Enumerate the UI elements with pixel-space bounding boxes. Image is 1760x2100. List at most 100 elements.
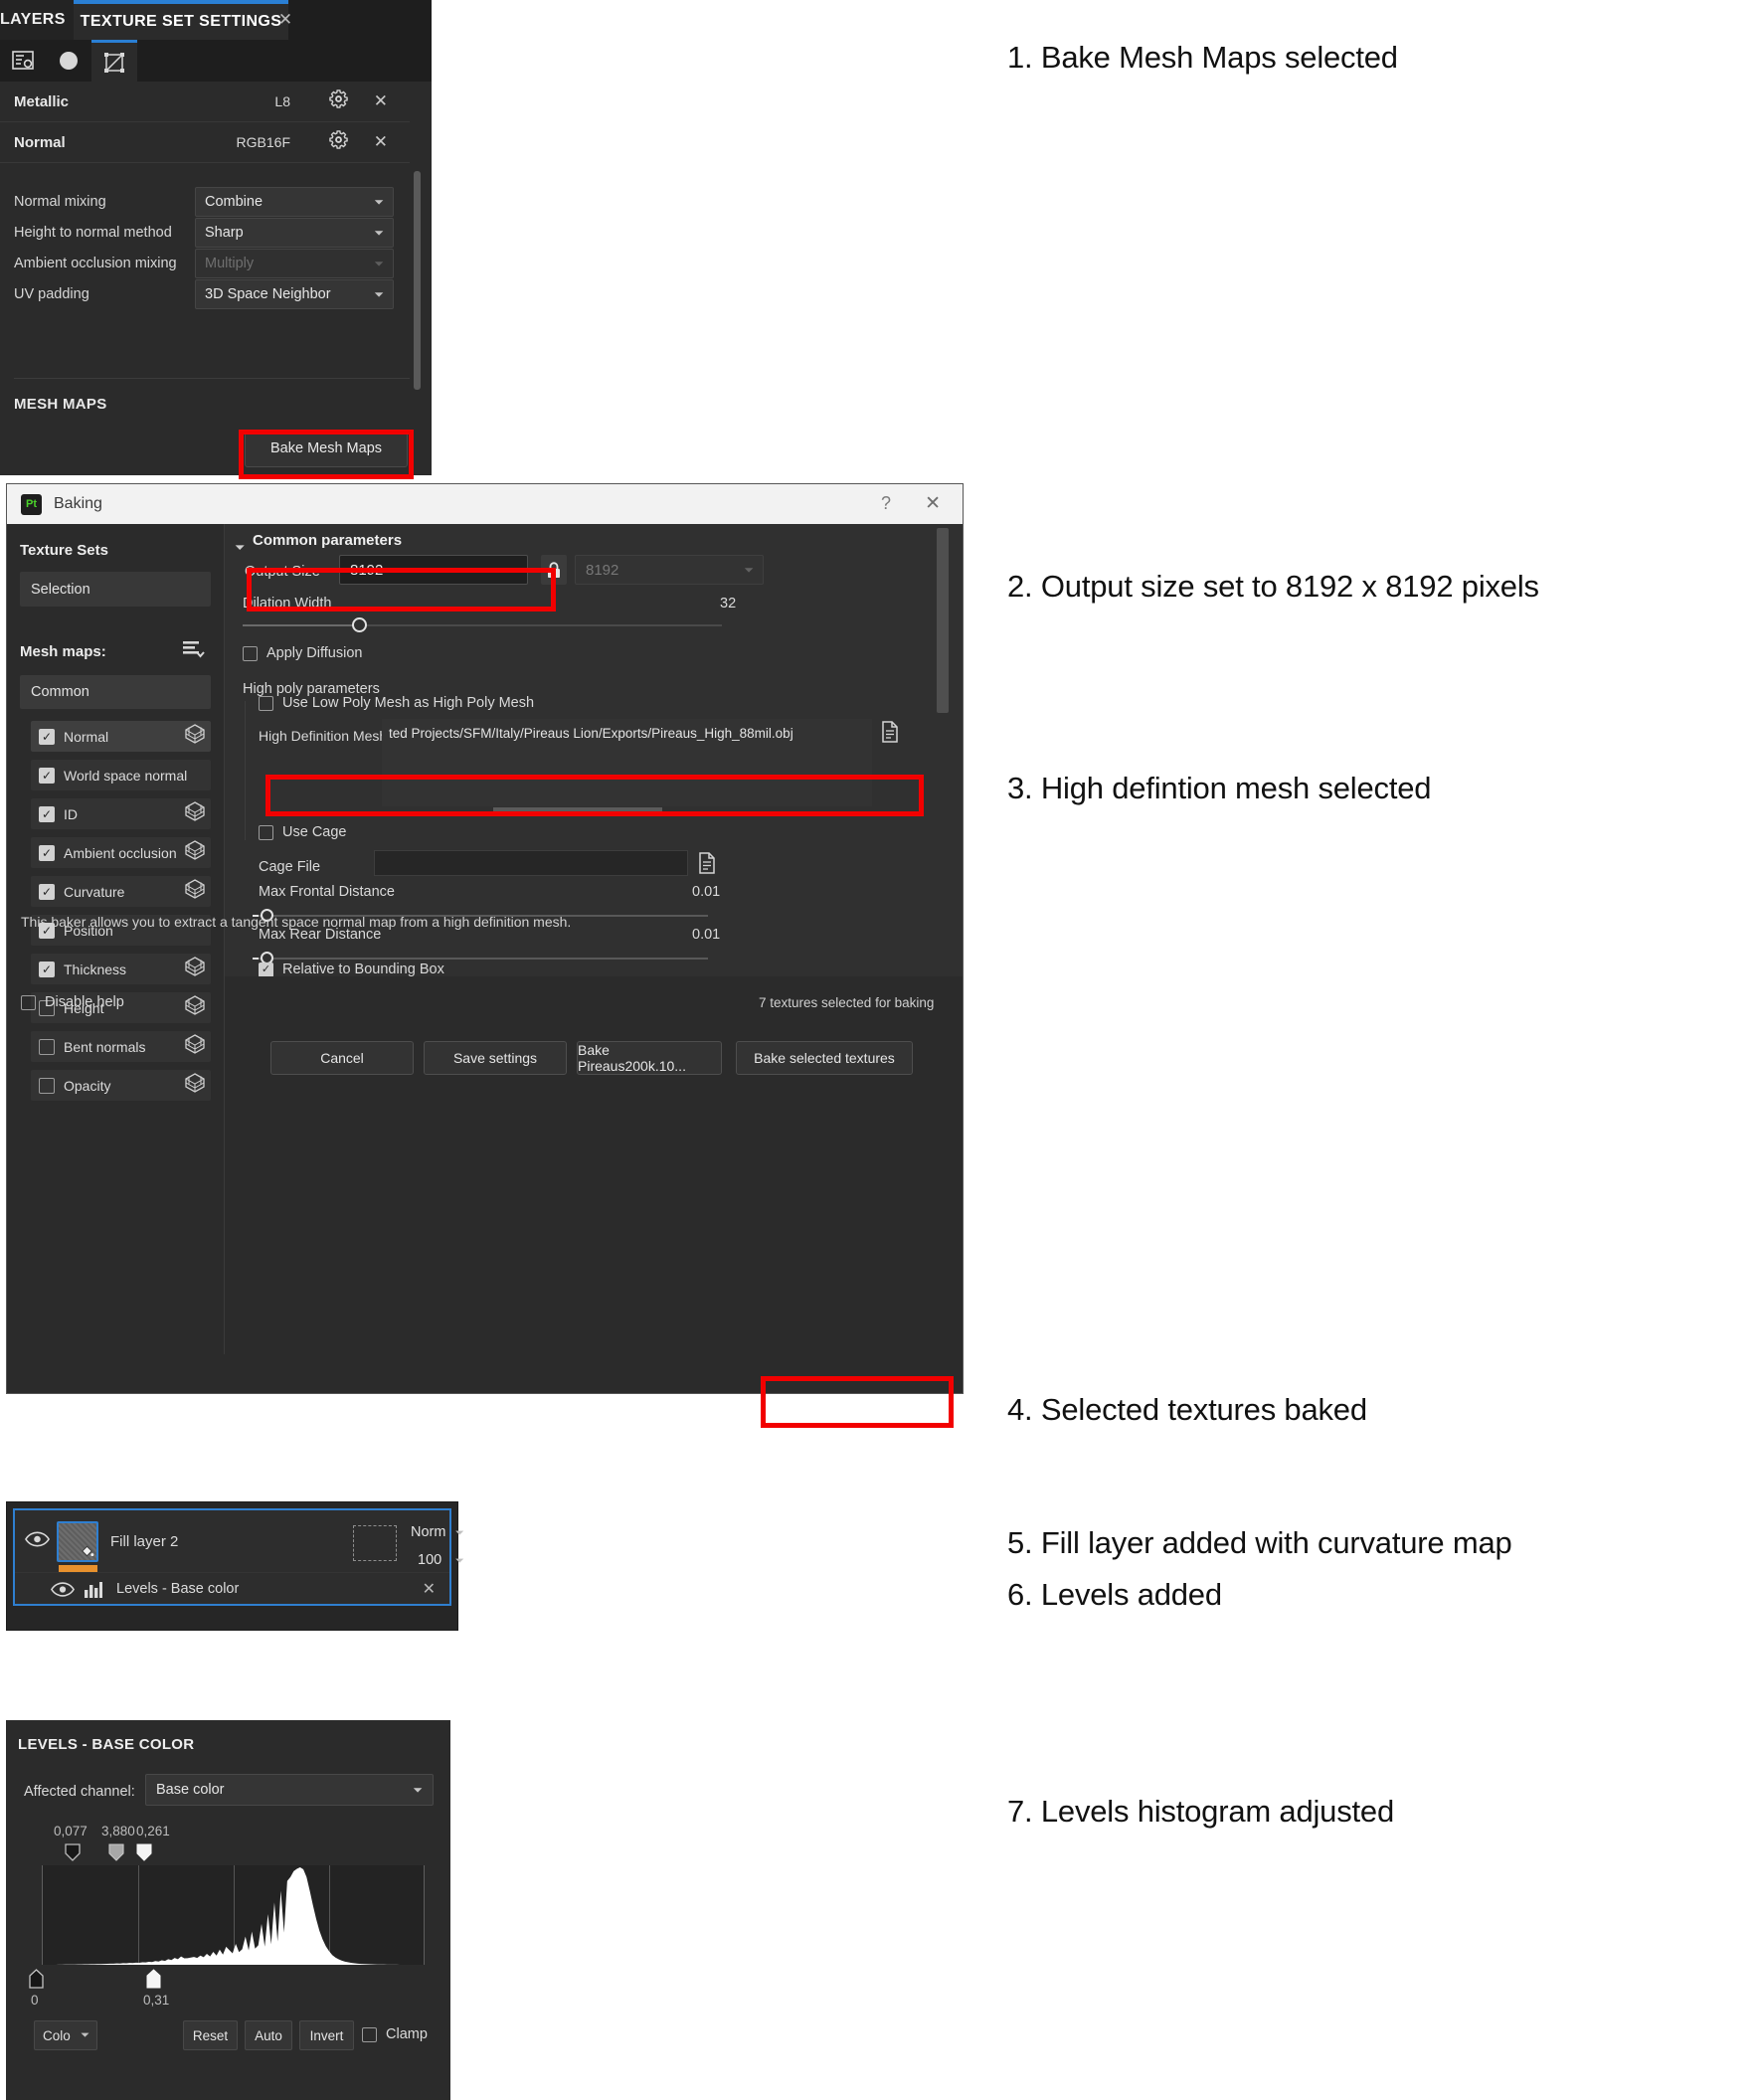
close-icon[interactable]: ✕ xyxy=(270,0,300,40)
mesh-map-label: Curvature xyxy=(64,883,125,900)
save-settings-button[interactable]: Save settings xyxy=(424,1041,567,1075)
chevron-down-icon[interactable]: ⏷ xyxy=(455,1555,464,1568)
browse-file-icon[interactable] xyxy=(698,852,716,879)
annotation-1: 1. Bake Mesh Maps selected xyxy=(1007,40,1398,75)
substance-painter-logo-icon: Pt xyxy=(21,493,42,515)
lock-closed-icon[interactable] xyxy=(541,555,567,585)
use-cage-label: Use Cage xyxy=(282,824,347,840)
mesh-map-item-bent-normals[interactable]: ✓ Bent normals xyxy=(31,1031,211,1062)
cancel-button[interactable]: Cancel xyxy=(270,1041,414,1075)
checkbox-unchecked-icon[interactable]: ✓ xyxy=(243,645,258,661)
clamp-checkbox[interactable]: ✓ Clamp xyxy=(362,2026,428,2042)
apply-diffusion-checkbox[interactable]: ✓ Apply Diffusion xyxy=(243,645,362,661)
checkbox-checked-icon[interactable]: ✓ xyxy=(39,883,55,900)
close-icon[interactable]: ✕ xyxy=(374,91,388,111)
mesh-map-item-opacity[interactable]: ✓ Opacity xyxy=(31,1070,211,1101)
input-white-handle[interactable] xyxy=(135,1843,153,1861)
mesh-cube-icon xyxy=(185,840,205,865)
high-definition-meshes-label: High Definition Meshes xyxy=(259,728,402,744)
affected-channel-select[interactable]: Base color ⏷ xyxy=(145,1774,434,1806)
eye-visible-icon[interactable] xyxy=(51,1582,75,1602)
relative-to-bounding-box-checkbox[interactable]: ✓ Relative to Bounding Box xyxy=(259,962,444,976)
browse-file-icon[interactable] xyxy=(881,721,899,748)
use-cage-checkbox[interactable]: ✓ Use Cage xyxy=(259,824,346,840)
max-rear-distance-slider[interactable] xyxy=(259,958,708,960)
mesh-maps-header: Mesh maps: xyxy=(20,643,106,660)
high-definition-meshes-input[interactable]: ted Projects/SFM/Italy/Pireaus Lion/Expo… xyxy=(382,719,872,747)
chevron-down-icon[interactable]: ⏷ xyxy=(235,540,245,556)
bake-mesh-maps-button[interactable]: Bake Mesh Maps xyxy=(245,430,408,467)
output-size-width-select[interactable]: 8192 ⏷ xyxy=(339,555,528,585)
parameters-scrollbar[interactable] xyxy=(937,528,949,713)
mesh-map-item-normal[interactable]: ✓ Normal xyxy=(31,721,211,752)
mesh-map-common-item[interactable]: Common xyxy=(20,675,211,709)
checkbox-unchecked-icon[interactable]: ✓ xyxy=(21,994,36,1010)
checkbox-checked-icon[interactable]: ✓ xyxy=(39,961,55,977)
blend-mode-value[interactable]: Norm xyxy=(411,1524,445,1540)
bake-selected-textures-button[interactable]: Bake selected textures xyxy=(736,1041,913,1075)
checkbox-checked-icon[interactable]: ✓ xyxy=(39,767,55,784)
mesh-map-item-id[interactable]: ✓ ID xyxy=(31,798,211,829)
gear-icon[interactable] xyxy=(329,89,348,113)
input-black-handle[interactable] xyxy=(64,1843,82,1861)
bake-pireaus-button[interactable]: Bake Pireaus200k.10... xyxy=(577,1041,722,1075)
checkbox-checked-icon[interactable]: ✓ xyxy=(39,728,55,745)
output-size-height-select[interactable]: 8192 ⏷ xyxy=(575,555,764,585)
checkbox-checked-icon[interactable]: ✓ xyxy=(39,844,55,861)
disable-help-checkbox[interactable]: ✓ Disable help xyxy=(21,994,124,1010)
texture-set-selection-item[interactable]: Selection xyxy=(20,572,211,607)
horizontal-scrollbar[interactable] xyxy=(493,807,662,812)
fill-layer-row[interactable]: Fill layer 2 Norm ⏷ 100 ⏷ xyxy=(15,1510,464,1573)
dilation-width-slider-handle[interactable] xyxy=(352,617,367,632)
invert-button[interactable]: Invert xyxy=(299,2020,354,2050)
checkbox-checked-icon[interactable]: ✓ xyxy=(259,962,273,976)
mesh-cube-icon xyxy=(185,1034,205,1059)
mesh-map-item-thickness[interactable]: ✓ Thickness xyxy=(31,954,211,984)
channel-row-metallic[interactable]: Metallic L8 ✕ xyxy=(0,82,410,122)
fill-layer-name[interactable]: Fill layer 2 xyxy=(110,1533,178,1550)
use-low-poly-checkbox[interactable]: ✓ Use Low Poly Mesh as High Poly Mesh xyxy=(259,695,534,711)
settings-sliders-icon[interactable] xyxy=(0,40,46,82)
dialog-title-bar[interactable]: Pt Baking ? ✕ xyxy=(7,484,963,524)
mesh-map-item-world-space-normal[interactable]: ✓ World space normal xyxy=(31,760,211,790)
output-white-handle[interactable] xyxy=(145,1969,161,1989)
opacity-value[interactable]: 100 xyxy=(418,1552,441,1568)
tab-layers[interactable]: LAYERS xyxy=(0,0,74,40)
checkbox-unchecked-icon[interactable]: ✓ xyxy=(362,2026,377,2042)
dialog-title: Baking xyxy=(54,495,102,512)
layer-thumbnail[interactable] xyxy=(57,1521,98,1562)
mesh-map-item-curvature[interactable]: ✓ Curvature xyxy=(31,876,211,907)
close-icon[interactable]: ✕ xyxy=(374,132,388,152)
tab-texture-set-settings[interactable]: TEXTURE SET SETTINGS xyxy=(74,0,288,40)
eye-visible-icon[interactable] xyxy=(25,1531,50,1552)
output-black-handle[interactable] xyxy=(28,1969,44,1989)
levels-histogram[interactable] xyxy=(42,1865,426,1965)
mesh-map-item-ambient-occlusion[interactable]: ✓ Ambient occlusion xyxy=(31,837,211,868)
tab-texture-set-settings-label: TEXTURE SET SETTINGS xyxy=(80,13,282,30)
checkbox-checked-icon[interactable]: ✓ xyxy=(39,805,55,822)
close-icon[interactable]: ✕ xyxy=(925,492,941,515)
gear-icon[interactable] xyxy=(329,130,348,154)
list-menu-icon[interactable] xyxy=(183,640,205,663)
uv-frame-icon[interactable] xyxy=(91,40,137,82)
add-mask-icon[interactable] xyxy=(353,1525,397,1561)
panel-scrollbar[interactable] xyxy=(414,171,421,390)
channel-row-normal[interactable]: Normal RGB16F ✕ xyxy=(0,122,410,163)
high-definition-meshes-list[interactable] xyxy=(382,747,872,806)
chevron-down-icon[interactable]: ⏷ xyxy=(455,1527,464,1540)
checkbox-unchecked-icon[interactable]: ✓ xyxy=(39,1077,55,1094)
close-icon[interactable]: ✕ xyxy=(423,1579,436,1599)
help-icon[interactable]: ? xyxy=(881,493,891,514)
bake-mesh-maps-label: Bake Mesh Maps xyxy=(269,440,383,456)
checkbox-unchecked-icon[interactable]: ✓ xyxy=(259,824,273,840)
auto-button[interactable]: Auto xyxy=(245,2020,292,2050)
uv-padding-select[interactable]: 3D Space Neighbor ⏷ xyxy=(195,279,394,309)
checkbox-unchecked-icon[interactable]: ✓ xyxy=(39,1038,55,1055)
input-gamma-handle[interactable] xyxy=(107,1843,125,1861)
reset-button[interactable]: Reset xyxy=(183,2020,238,2050)
shading-sphere-icon[interactable] xyxy=(46,40,91,82)
levels-effect-row[interactable]: Levels - Base color ✕ xyxy=(15,1572,449,1606)
checkbox-unchecked-icon[interactable]: ✓ xyxy=(259,695,273,711)
cage-file-input[interactable] xyxy=(374,850,688,876)
color-mode-select[interactable]: Colo ⏷ xyxy=(34,2020,97,2050)
